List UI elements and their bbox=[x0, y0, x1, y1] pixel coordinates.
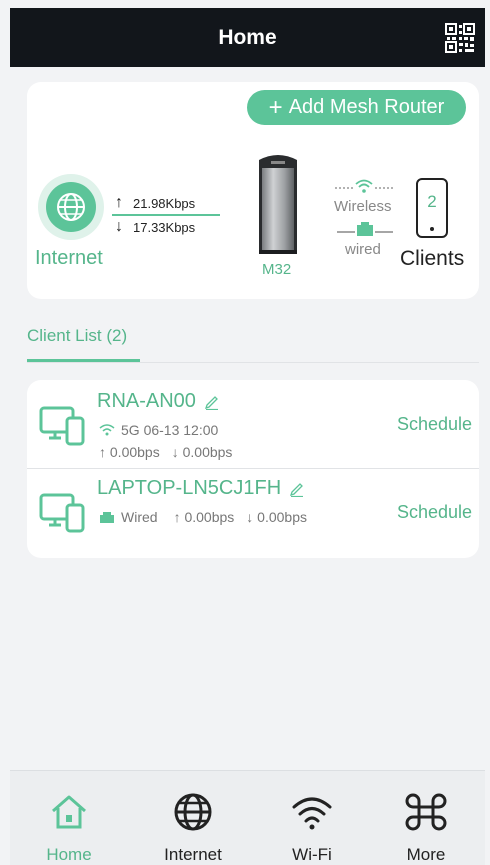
more-icon bbox=[405, 793, 447, 831]
home-icon bbox=[52, 795, 86, 829]
wired-link-icon bbox=[337, 222, 393, 236]
nav-internet[interactable]: Internet bbox=[134, 771, 252, 865]
globe-icon bbox=[57, 193, 85, 221]
internet-node[interactable] bbox=[38, 174, 104, 240]
wifi-icon bbox=[292, 797, 332, 830]
list-item[interactable]: RNA-AN00 5G 06-13 12:00 ↑ 0.00bps ↓ 0.00… bbox=[27, 380, 479, 468]
nav-wifi[interactable]: Wi-Fi bbox=[253, 771, 371, 865]
qr-code-icon[interactable] bbox=[445, 23, 475, 53]
nav-more[interactable]: More bbox=[367, 771, 485, 865]
arrow-down-icon: ↓ bbox=[115, 218, 123, 235]
client-connection: 5G 06-13 12:00 bbox=[99, 422, 218, 438]
client-up-speed: 0.00bps bbox=[184, 509, 235, 525]
client-name: RNA-AN00 bbox=[97, 390, 220, 413]
edit-pencil-icon[interactable] bbox=[204, 394, 220, 410]
download-speed-value: 17.33Kbps bbox=[133, 219, 196, 235]
clients-label: Clients bbox=[400, 247, 465, 270]
client-down-speed: 0.00bps bbox=[257, 509, 307, 525]
client-name-text: LAPTOP-LN5CJ1FH bbox=[97, 477, 282, 499]
client-count: 2 bbox=[427, 192, 437, 211]
nav-wifi-label: Wi-Fi bbox=[292, 845, 332, 864]
nav-internet-label: Internet bbox=[164, 845, 222, 864]
wired-label: wired bbox=[345, 241, 381, 258]
nav-home[interactable]: Home bbox=[10, 771, 128, 865]
client-list-card: RNA-AN00 5G 06-13 12:00 ↑ 0.00bps ↓ 0.00… bbox=[27, 380, 479, 558]
topology-card: + Add Mesh Router Internet ↑ 21.98Kbps ↓… bbox=[27, 82, 479, 299]
client-name-text: RNA-AN00 bbox=[97, 390, 196, 412]
client-name: LAPTOP-LN5CJ1FH bbox=[97, 477, 305, 500]
devices-icon bbox=[39, 406, 85, 446]
wan-link-line bbox=[112, 214, 220, 216]
download-speed: ↓ 17.33Kbps bbox=[115, 218, 195, 236]
router-image[interactable] bbox=[253, 152, 303, 256]
client-down-speed: 0.00bps bbox=[182, 444, 233, 460]
edit-pencil-icon[interactable] bbox=[289, 481, 305, 497]
add-mesh-router-button[interactable]: + Add Mesh Router bbox=[247, 90, 466, 125]
client-connection-text: Wired bbox=[121, 509, 158, 525]
client-speed: ↑ 0.00bps ↓ 0.00bps bbox=[99, 444, 233, 460]
bottom-nav: Home Internet Wi-Fi More bbox=[10, 770, 485, 865]
page-title: Home bbox=[218, 25, 277, 49]
nav-more-label: More bbox=[406, 845, 446, 864]
nav-home-label: Home bbox=[46, 845, 92, 864]
ethernet-icon bbox=[100, 512, 114, 523]
phone-icon bbox=[430, 227, 434, 231]
app-header: Home bbox=[10, 8, 485, 67]
add-mesh-router-label: Add Mesh Router bbox=[288, 96, 445, 118]
arrow-up-icon: ↑ bbox=[115, 194, 123, 211]
list-item[interactable]: LAPTOP-LN5CJ1FH Wired ↑ 0.00bps ↓ 0.00bp… bbox=[27, 469, 479, 557]
wireless-link-icon bbox=[335, 179, 393, 193]
tab-divider bbox=[27, 362, 479, 363]
globe-icon bbox=[174, 793, 212, 831]
schedule-link[interactable]: Schedule bbox=[397, 414, 472, 435]
client-connection: Wired ↑ 0.00bps ↓ 0.00bps bbox=[99, 509, 307, 525]
plus-icon: + bbox=[268, 93, 283, 121]
upload-speed-value: 21.98Kbps bbox=[133, 195, 196, 211]
devices-icon bbox=[39, 493, 85, 533]
router-model-label: M32 bbox=[262, 261, 292, 278]
internet-label: Internet bbox=[35, 247, 103, 269]
client-connection-text: 5G 06-13 12:00 bbox=[121, 422, 219, 438]
wireless-label: Wireless bbox=[334, 198, 392, 215]
schedule-link[interactable]: Schedule bbox=[397, 502, 472, 523]
client-up-speed: 0.00bps bbox=[109, 444, 160, 460]
clients-node[interactable]: 2 bbox=[416, 178, 448, 238]
upload-speed: ↑ 21.98Kbps bbox=[115, 194, 195, 212]
tab-client-list[interactable]: Client List (2) bbox=[27, 326, 127, 346]
wifi-icon bbox=[99, 424, 115, 436]
